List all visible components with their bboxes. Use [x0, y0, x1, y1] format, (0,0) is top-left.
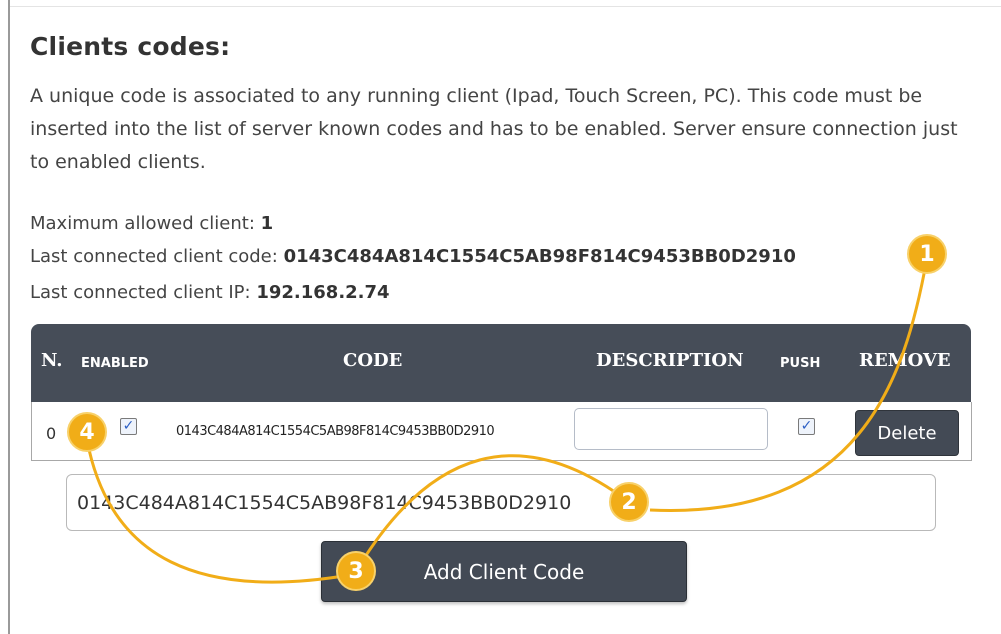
section-description: A unique code is associated to any runni…: [30, 85, 958, 173]
last-ip-label: Last connected client IP:: [30, 282, 251, 303]
last-ip-info: Last connected client IP: 192.168.2.74: [30, 282, 390, 303]
row-number: 0: [46, 424, 57, 443]
delete-button[interactable]: Delete: [855, 410, 959, 456]
table-row: 0 ✓ 0143C484A814C1554C5AB98F814C9453BB0D…: [31, 402, 972, 461]
client-code-input[interactable]: [66, 474, 936, 531]
max-clients-info: Maximum allowed client: 1: [30, 213, 273, 234]
push-checkbox[interactable]: ✓: [798, 418, 815, 435]
header-code: CODE: [343, 350, 403, 371]
step-marker-1: 1: [907, 234, 947, 274]
header-description: DESCRIPTION: [596, 350, 744, 371]
top-border: [10, 6, 1001, 7]
last-code-value: 0143C484A814C1554C5AB98F814C9453BB0D2910: [283, 246, 796, 267]
row-code: 0143C484A814C1554C5AB98F814C9453BB0D2910: [176, 424, 495, 439]
header-remove: REMOVE: [859, 350, 951, 371]
max-clients-value: 1: [260, 213, 274, 234]
step-marker-3: 3: [336, 551, 376, 591]
header-enabled: ENABLED: [81, 356, 149, 371]
clients-table-header: N. ENABLED CODE DESCRIPTION PUSH REMOVE: [31, 324, 971, 403]
last-code-info: Last connected client code: 0143C484A814…: [30, 246, 796, 267]
header-push: PUSH: [780, 356, 821, 371]
last-code-label: Last connected client code:: [30, 246, 278, 267]
left-border: [8, 0, 10, 634]
step-marker-4: 4: [67, 412, 107, 452]
step-marker-2: 2: [609, 482, 649, 522]
max-clients-label: Maximum allowed client:: [30, 213, 255, 234]
section-title: Clients codes:: [30, 32, 231, 61]
last-ip-value: 192.168.2.74: [256, 282, 390, 303]
enabled-checkbox[interactable]: ✓: [120, 418, 137, 435]
description-input[interactable]: [574, 408, 768, 450]
header-n: N.: [41, 350, 63, 371]
